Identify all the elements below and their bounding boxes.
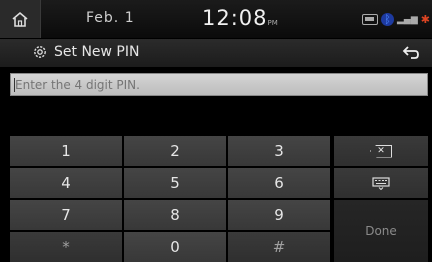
status-bar: Feb. 1 12:08PM ᛒ ▂▄▆ ✱ xyxy=(0,0,432,38)
clock-time: 12:08 xyxy=(202,6,268,30)
key-3[interactable]: 3 xyxy=(228,136,330,166)
back-button[interactable] xyxy=(390,39,432,67)
home-button[interactable] xyxy=(0,0,41,38)
text-caret xyxy=(14,78,15,92)
key-hash[interactable]: # xyxy=(228,232,330,262)
keyboard-icon xyxy=(372,176,390,190)
signal-icon: ▂▄▆ xyxy=(397,14,418,25)
key-4[interactable]: 4 xyxy=(10,168,122,198)
status-clock: 12:08PM xyxy=(202,6,278,30)
backspace-button[interactable]: ✕ xyxy=(334,136,428,166)
back-arrow-icon xyxy=(402,46,419,59)
title-bar: Set New PIN xyxy=(0,39,432,67)
key-7[interactable]: 7 xyxy=(10,200,122,230)
bluetooth-icon: ᛒ xyxy=(381,13,394,26)
status-date: Feb. 1 xyxy=(86,10,135,26)
home-icon xyxy=(12,11,28,27)
key-2[interactable]: 2 xyxy=(124,136,226,166)
key-6[interactable]: 6 xyxy=(228,168,330,198)
numeric-keypad: 1 2 3 ✕ 4 5 6 7 8 9 * 0 # Done xyxy=(0,136,432,262)
done-button[interactable]: Done xyxy=(334,200,428,262)
title-group: Set New PIN xyxy=(32,44,139,60)
key-5[interactable]: 5 xyxy=(124,168,226,198)
backspace-icon: ✕ xyxy=(370,144,392,158)
pin-field[interactable] xyxy=(10,73,432,96)
alert-icon: ✱ xyxy=(420,13,430,26)
gear-icon xyxy=(34,46,46,58)
pin-input[interactable] xyxy=(11,74,432,96)
key-8[interactable]: 8 xyxy=(124,200,226,230)
key-9[interactable]: 9 xyxy=(228,200,330,230)
key-0[interactable]: 0 xyxy=(124,232,226,262)
status-icons: ᛒ ▂▄▆ ✱ xyxy=(362,13,430,26)
usb-icon xyxy=(362,14,378,25)
key-star[interactable]: * xyxy=(10,232,122,262)
key-1[interactable]: 1 xyxy=(10,136,122,166)
keyboard-button[interactable] xyxy=(334,168,428,198)
page-title: Set New PIN xyxy=(54,44,140,60)
clock-ampm: PM xyxy=(267,19,278,27)
